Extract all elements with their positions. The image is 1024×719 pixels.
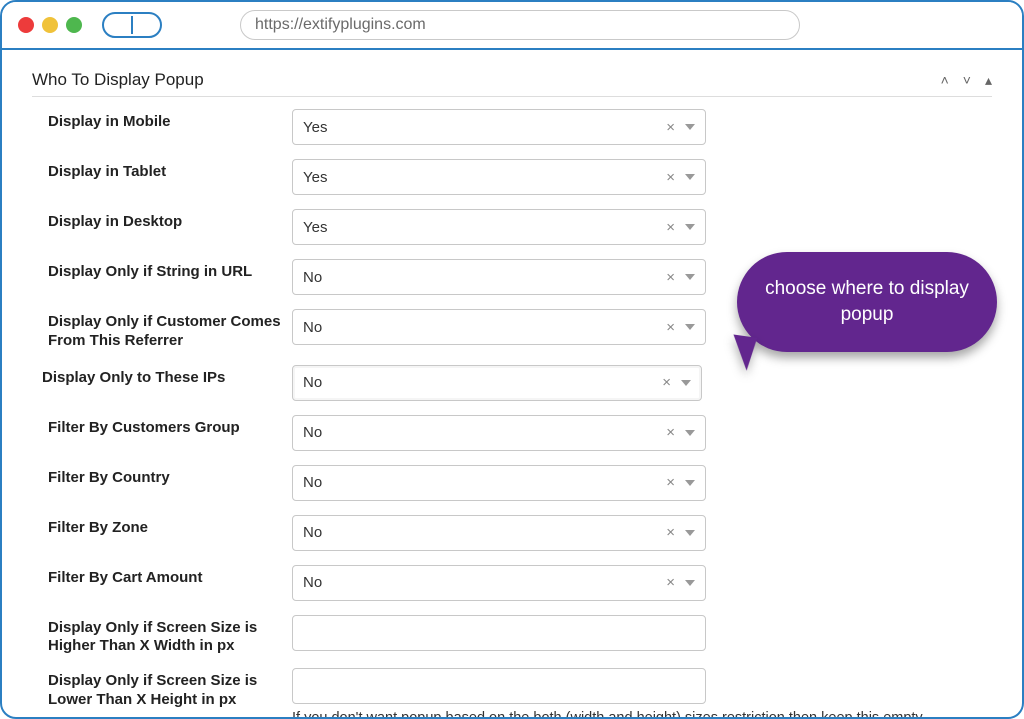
caret-down-icon xyxy=(681,380,691,386)
select-zone[interactable]: No × xyxy=(292,515,706,551)
select-country[interactable]: No × xyxy=(292,465,706,501)
clear-icon[interactable]: × xyxy=(666,525,675,540)
select-ips[interactable]: No × xyxy=(292,365,702,401)
caret-down-icon xyxy=(685,530,695,536)
label-customers-group: Filter By Customers Group xyxy=(32,415,292,438)
label-country: Filter By Country xyxy=(32,465,292,488)
caret-down-icon xyxy=(685,480,695,486)
select-referrer[interactable]: No × xyxy=(292,309,706,345)
browser-frame: https://extifyplugins.com Who To Display… xyxy=(0,0,1024,719)
label-display-desktop: Display in Desktop xyxy=(32,209,292,232)
clear-icon[interactable]: × xyxy=(666,425,675,440)
input-screen-higher[interactable] xyxy=(292,615,706,651)
select-display-tablet[interactable]: Yes × xyxy=(292,159,706,195)
select-value: No xyxy=(303,424,666,441)
caret-down-icon xyxy=(685,430,695,436)
select-value: No xyxy=(303,574,666,591)
settings-panel: Who To Display Popup ˄ ˅ ▴ Display in Mo… xyxy=(2,50,1022,717)
select-display-desktop[interactable]: Yes × xyxy=(292,209,706,245)
clear-icon[interactable]: × xyxy=(666,575,675,590)
caret-down-icon xyxy=(685,174,695,180)
label-display-tablet: Display in Tablet xyxy=(32,159,292,182)
helper-screen-lower: If you don't want popup based on the bot… xyxy=(292,710,923,717)
field-country: Filter By Country No × xyxy=(32,465,992,501)
callout-text: choose where to display popup xyxy=(737,276,997,327)
caret-down-icon xyxy=(685,124,695,130)
label-zone: Filter By Zone xyxy=(32,515,292,538)
chevron-down-icon[interactable]: ˅ xyxy=(963,72,971,89)
label-referrer: Display Only if Customer Comes From This… xyxy=(32,309,292,351)
select-customers-group[interactable]: No × xyxy=(292,415,706,451)
select-value: No xyxy=(303,374,662,391)
field-cart-amount: Filter By Cart Amount No × xyxy=(32,565,992,601)
field-display-tablet: Display in Tablet Yes × xyxy=(32,159,992,195)
label-display-mobile: Display in Mobile xyxy=(32,109,292,132)
clear-icon[interactable]: × xyxy=(666,120,675,135)
callout-bubble: choose where to display popup xyxy=(737,252,997,352)
chevron-up-icon[interactable]: ˄ xyxy=(941,72,949,89)
select-string-in-url[interactable]: No × xyxy=(292,259,706,295)
label-screen-lower: Display Only if Screen Size is Lower Tha… xyxy=(32,668,292,710)
panel-title: Who To Display Popup xyxy=(32,70,941,90)
input-screen-lower[interactable] xyxy=(292,668,706,704)
field-display-mobile: Display in Mobile Yes × xyxy=(32,109,992,145)
field-screen-higher: Display Only if Screen Size is Higher Th… xyxy=(32,615,992,657)
field-zone: Filter By Zone No × xyxy=(32,515,992,551)
clear-icon[interactable]: × xyxy=(666,170,675,185)
label-string-in-url: Display Only if String in URL xyxy=(32,259,292,282)
caret-down-icon xyxy=(685,324,695,330)
minimize-window-button[interactable] xyxy=(42,17,58,33)
field-display-desktop: Display in Desktop Yes × xyxy=(32,209,992,245)
panel-header: Who To Display Popup ˄ ˅ ▴ xyxy=(32,70,992,97)
browser-toggle-icon xyxy=(102,12,162,38)
select-display-mobile[interactable]: Yes × xyxy=(292,109,706,145)
select-value: Yes xyxy=(303,219,666,236)
label-cart-amount: Filter By Cart Amount xyxy=(32,565,292,588)
traffic-lights xyxy=(18,17,82,33)
select-cart-amount[interactable]: No × xyxy=(292,565,706,601)
caret-down-icon xyxy=(685,224,695,230)
clear-icon[interactable]: × xyxy=(666,320,675,335)
select-value: Yes xyxy=(303,119,666,136)
panel-actions: ˄ ˅ ▴ xyxy=(941,72,992,89)
field-ips: Display Only to These IPs No × xyxy=(32,365,992,401)
select-value: No xyxy=(303,319,666,336)
close-window-button[interactable] xyxy=(18,17,34,33)
maximize-window-button[interactable] xyxy=(66,17,82,33)
browser-titlebar: https://extifyplugins.com xyxy=(2,2,1022,50)
url-text: https://extifyplugins.com xyxy=(255,16,426,34)
label-screen-higher: Display Only if Screen Size is Higher Th… xyxy=(32,615,292,657)
clear-icon[interactable]: × xyxy=(666,270,675,285)
field-customers-group: Filter By Customers Group No × xyxy=(32,415,992,451)
select-value: No xyxy=(303,474,666,491)
select-value: No xyxy=(303,269,666,286)
url-bar[interactable]: https://extifyplugins.com xyxy=(240,10,800,40)
label-ips: Display Only to These IPs xyxy=(32,365,292,388)
clear-icon[interactable]: × xyxy=(666,220,675,235)
select-value: Yes xyxy=(303,169,666,186)
clear-icon[interactable]: × xyxy=(662,375,671,390)
caret-down-icon xyxy=(685,580,695,586)
clear-icon[interactable]: × xyxy=(666,475,675,490)
field-screen-lower: Display Only if Screen Size is Lower Tha… xyxy=(32,668,992,717)
caret-down-icon xyxy=(685,274,695,280)
select-value: No xyxy=(303,524,666,541)
caret-up-icon[interactable]: ▴ xyxy=(985,72,992,89)
